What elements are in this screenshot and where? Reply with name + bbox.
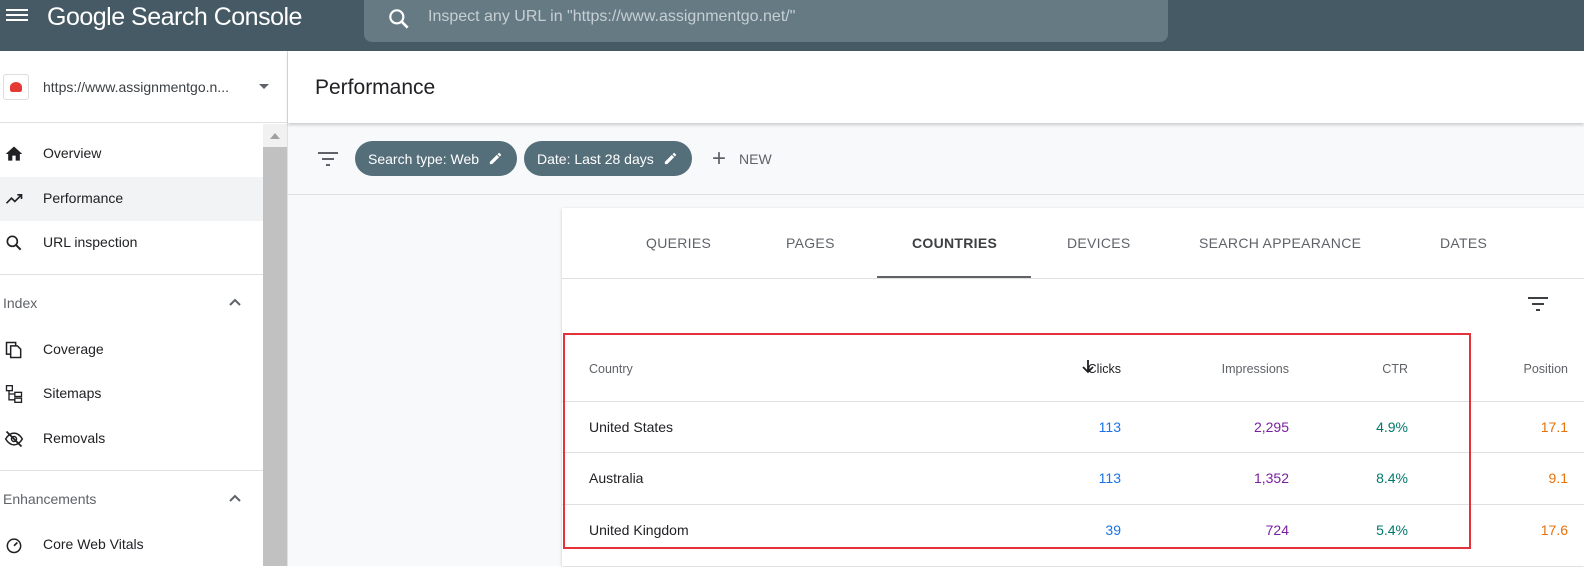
table-row[interactable]: United States 113 2,295 4.9% 17.1 (562, 402, 1584, 453)
column-header-clicks[interactable]: Clicks (1088, 362, 1121, 376)
column-header-impressions[interactable]: Impressions (1222, 362, 1289, 376)
main-content: Performance Search type: Web Date: Last … (288, 51, 1584, 566)
sidebar-item-label: Removals (43, 430, 106, 446)
sidebar-item-label: Overview (43, 145, 102, 161)
caret-down-icon[interactable] (259, 84, 269, 89)
tab-devices[interactable]: DEVICES (1067, 235, 1131, 251)
scroll-up-arrow-icon[interactable] (270, 133, 280, 139)
sidebar-item-label: Sitemaps (43, 385, 102, 401)
edit-pencil-icon[interactable] (488, 151, 503, 166)
tab-dates[interactable]: DATES (1440, 235, 1487, 251)
clicks-cell: 113 (1098, 470, 1121, 486)
column-header-ctr[interactable]: CTR (1382, 362, 1408, 376)
sidebar-scrollbar-thumb[interactable] (263, 147, 287, 566)
visibility-off-icon (4, 430, 24, 448)
new-filter-button[interactable]: + NEW (712, 147, 772, 171)
sidebar-item-label: URL inspection (43, 234, 138, 250)
section-label: Index (3, 295, 38, 311)
search-icon[interactable] (386, 6, 412, 32)
sidebar-item-coverage[interactable]: Coverage (0, 328, 263, 372)
chevron-up-icon[interactable] (228, 493, 242, 503)
filter-list-icon[interactable] (318, 152, 338, 166)
chevron-up-icon[interactable] (228, 297, 242, 307)
clicks-cell: 113 (1098, 419, 1121, 435)
edit-pencil-icon[interactable] (663, 151, 678, 166)
property-url[interactable]: https://www.assignmentgo.n... (43, 79, 229, 95)
file-copy-icon (5, 341, 22, 359)
table-row[interactable]: United Kingdom 39 724 5.4% 17.6 (562, 505, 1584, 557)
sidebar-item-url-inspection[interactable]: URL inspection (0, 221, 263, 265)
search-icon (6, 235, 22, 251)
trending-up-icon (5, 194, 23, 204)
chip-label: Date: Last 28 days (537, 150, 654, 167)
performance-card: QUERIES PAGES COUNTRIES DEVICES SEARCH A… (562, 208, 1584, 566)
sidebar-item-removals[interactable]: Removals (0, 417, 263, 461)
active-tab-indicator (877, 276, 1031, 278)
table-row[interactable]: Australia 113 1,352 8.4% 9.1 (562, 453, 1584, 505)
sidebar-item-label: Performance (43, 190, 124, 206)
url-inspect-search[interactable]: Inspect any URL in "https://www.assignme… (364, 0, 1168, 42)
section-label: Enhancements (3, 491, 97, 507)
ctr-cell: 8.4% (1376, 470, 1408, 486)
sidebar-item-core-web-vitals[interactable]: Core Web Vitals (0, 523, 263, 567)
site-favicon-icon (3, 74, 29, 100)
table-filter-icon[interactable] (1528, 296, 1548, 312)
ctr-cell: 4.9% (1376, 419, 1408, 435)
new-filter-label: NEW (739, 151, 772, 167)
sidebar: https://www.assignmentgo.n... Overview P… (0, 51, 288, 566)
sidebar-item-label: Core Web Vitals (43, 536, 144, 552)
position-cell: 17.1 (1540, 419, 1568, 435)
tab-pages[interactable]: PAGES (786, 235, 835, 251)
speed-gauge-icon (6, 538, 22, 554)
property-selector[interactable]: https://www.assignmentgo.n... (0, 51, 288, 123)
chip-label: Search type: Web (368, 150, 480, 167)
page-title: Performance (315, 76, 436, 99)
filter-bar: Search type: Web Date: Last 28 days + NE… (288, 123, 1584, 195)
clicks-cell: 39 (1105, 522, 1121, 538)
country-cell: United Kingdom (589, 522, 689, 538)
position-cell: 9.1 (1548, 470, 1568, 486)
menu-icon[interactable] (6, 6, 28, 24)
tab-countries[interactable]: COUNTRIES (912, 235, 997, 251)
impressions-cell: 1,352 (1253, 470, 1289, 486)
sidebar-item-sitemaps[interactable]: Sitemaps (0, 372, 263, 416)
country-cell: United States (589, 419, 674, 435)
top-app-bar: Google Search Console Inspect any URL in… (0, 0, 1584, 51)
sidebar-item-performance[interactable]: Performance (0, 177, 263, 221)
sidebar-item-label: Coverage (43, 341, 104, 357)
table-header-row: Country Clicks Impressions CTR Position (562, 337, 1584, 402)
tab-search-appearance[interactable]: SEARCH APPEARANCE (1199, 235, 1361, 251)
page-header: Performance (288, 51, 1584, 123)
sitemap-icon (5, 385, 23, 403)
home-icon (5, 146, 23, 161)
column-header-country[interactable]: Country (589, 362, 633, 376)
dimension-tabs: QUERIES PAGES COUNTRIES DEVICES SEARCH A… (562, 208, 1584, 279)
plus-icon: + (712, 145, 727, 172)
search-input[interactable]: Inspect any URL in "https://www.assignme… (428, 8, 795, 26)
impressions-cell: 724 (1265, 522, 1289, 538)
sidebar-section-index[interactable]: Index (0, 274, 263, 322)
ctr-cell: 5.4% (1376, 522, 1408, 538)
app-logo[interactable]: Google Search Console (47, 3, 302, 32)
impressions-cell: 2,295 (1253, 419, 1289, 435)
search-type-chip[interactable]: Search type: Web (355, 141, 518, 176)
country-cell: Australia (589, 470, 644, 486)
date-range-chip[interactable]: Date: Last 28 days (524, 141, 692, 176)
column-header-position[interactable]: Position (1524, 362, 1568, 376)
tab-queries[interactable]: QUERIES (646, 235, 711, 251)
position-cell: 17.6 (1540, 522, 1568, 538)
sidebar-item-overview[interactable]: Overview (0, 132, 263, 176)
sidebar-section-enhancements[interactable]: Enhancements (0, 470, 263, 518)
